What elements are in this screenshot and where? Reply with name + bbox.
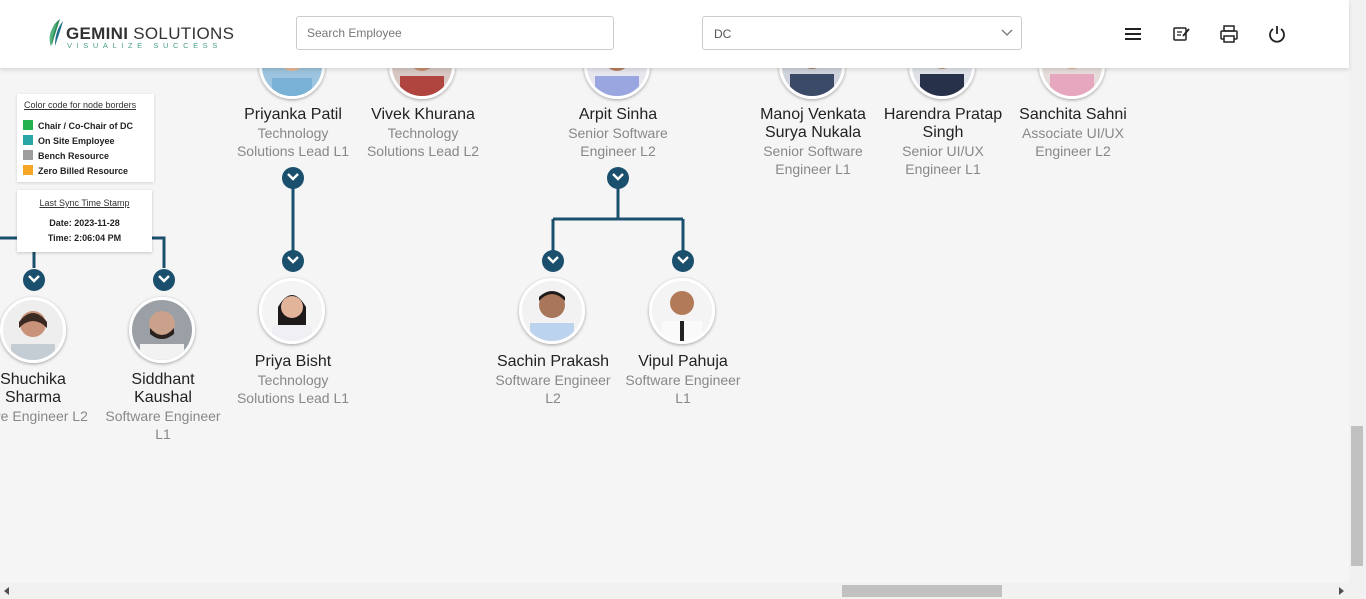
node-sanchita-sahni[interactable]: Sanchita Sahni Associate UI/UX Engineer … — [1008, 106, 1138, 160]
sync-title: Last Sync Time Stamp — [39, 198, 130, 208]
search-employee-input[interactable] — [296, 16, 614, 50]
node-title: Senior Software Engineer L1 — [763, 143, 863, 177]
top-header: GEMINI SOLUTIONS VISUALIZE SUCCESS DC — [0, 0, 1349, 68]
chevron-down-icon — [1001, 29, 1013, 36]
legend-item: Chair / Co-Chair of DC — [23, 120, 133, 131]
scroll-left-arrow-icon[interactable] — [4, 587, 10, 595]
node-name: Priyanka Patil — [244, 106, 342, 123]
chevron-down-icon — [287, 173, 299, 181]
node-name: Vipul Pahuja — [638, 353, 728, 370]
node-name: Priya Bisht — [254, 353, 332, 370]
chevron-down-icon — [612, 173, 624, 181]
node-title: Senior UI/UX Engineer L1 — [902, 143, 984, 177]
node-manoj-venkata-surya-nukala[interactable]: Manoj Venkata Surya Nukala Senior Softwa… — [748, 106, 878, 178]
node-title: ware Engineer L2 — [0, 408, 88, 424]
sync-date: Date: 2023-11-28 — [49, 218, 120, 228]
scrollbar-corner — [1349, 583, 1366, 599]
node-vipul-pahuja[interactable]: Vipul Pahuja Software Engineer L1 — [618, 353, 748, 407]
vertical-scrollbar-thumb[interactable] — [1351, 426, 1363, 566]
legend-swatch — [23, 135, 33, 145]
node-shuchika-sharma[interactable]: Shuchika Sharma ware Engineer L2 — [0, 371, 98, 425]
color-legend: Color code for node borders Chair / Co-C… — [17, 94, 154, 182]
node-name: Sanchita Sahni — [1019, 106, 1127, 123]
avatar-sachin-prakash[interactable] — [519, 278, 585, 344]
legend-item: Bench Resource — [23, 150, 109, 161]
scroll-right-arrow-icon[interactable] — [1338, 587, 1344, 595]
expand-toggle-shuchika[interactable] — [23, 269, 45, 291]
expand-toggle-siddhant[interactable] — [153, 269, 175, 291]
node-name: Arpit Sinha — [578, 106, 658, 123]
node-title: Technology Solutions Lead L1 — [236, 372, 350, 406]
node-title: Software Engineer L2 — [495, 372, 611, 406]
node-title: Associate UI/UX Engineer L2 — [1022, 125, 1124, 159]
power-icon[interactable] — [1267, 24, 1287, 44]
expand-toggle-vipul[interactable] — [672, 250, 694, 272]
logo-tagline: VISUALIZE SUCCESS — [67, 41, 222, 50]
department-select-value: DC — [714, 27, 732, 41]
node-title: Senior Software Engineer L2 — [568, 125, 668, 159]
chevron-down-icon — [547, 256, 559, 264]
node-title: Software Engineer L1 — [625, 372, 741, 406]
menu-icon[interactable] — [1123, 24, 1143, 44]
chevron-down-icon — [677, 256, 689, 264]
node-title: Software Engineer L1 — [105, 408, 221, 442]
node-name: Sachin Prakash — [496, 353, 610, 370]
node-title: Technology Solutions Lead L2 — [366, 125, 480, 159]
node-priya-bisht[interactable]: Priya Bisht Technology Solutions Lead L1 — [228, 353, 358, 407]
leaf-logo-icon — [49, 19, 63, 47]
notes-icon[interactable] — [1171, 24, 1191, 44]
node-name: Vivek Khurana — [371, 106, 475, 123]
last-sync-timestamp: Last Sync Time Stamp Date: 2023-11-28 Ti… — [17, 190, 152, 252]
chevron-down-icon — [28, 275, 40, 283]
org-chart-canvas[interactable]: Priyanka Patil Technology Solutions Lead… — [0, 68, 1349, 582]
node-title: Technology Solutions Lead L1 — [236, 125, 350, 159]
expand-toggle-priyanka[interactable] — [282, 167, 304, 189]
node-arpit-sinha[interactable]: Arpit Sinha Senior Software Engineer L2 — [553, 106, 683, 160]
node-harendra-pratap-singh[interactable]: Harendra Pratap Singh Senior UI/UX Engin… — [878, 106, 1008, 178]
horizontal-scrollbar-thumb[interactable] — [842, 585, 1002, 597]
avatar-siddhant-kaushal[interactable] — [129, 297, 195, 363]
node-name: Harendra Pratap Singh — [883, 106, 1003, 141]
legend-swatch — [23, 150, 33, 160]
node-sachin-prakash[interactable]: Sachin Prakash Software Engineer L2 — [488, 353, 618, 407]
chevron-down-icon — [287, 256, 299, 264]
legend-item: On Site Employee — [23, 135, 115, 146]
avatar-shuchika-sharma[interactable] — [0, 297, 66, 363]
node-siddhant-kaushal[interactable]: Siddhant Kaushal Software Engineer L1 — [98, 371, 228, 443]
expand-toggle-sachin[interactable] — [542, 250, 564, 272]
legend-swatch — [23, 165, 33, 175]
vertical-scrollbar[interactable] — [1349, 0, 1366, 583]
node-name: Shuchika Sharma — [0, 371, 66, 406]
node-priyanka-patil[interactable]: Priyanka Patil Technology Solutions Lead… — [228, 106, 358, 160]
node-vivek-khurana[interactable]: Vivek Khurana Technology Solutions Lead … — [358, 106, 488, 160]
node-name: Siddhant Kaushal — [131, 371, 195, 406]
legend-title: Color code for node borders — [24, 100, 137, 110]
chevron-down-icon — [158, 275, 170, 283]
department-select[interactable]: DC — [702, 16, 1022, 50]
avatar-priya-bisht[interactable] — [259, 278, 325, 344]
legend-swatch — [23, 120, 33, 130]
legend-item: Zero Billed Resource — [23, 165, 128, 176]
avatar-vipul-pahuja[interactable] — [649, 278, 715, 344]
gemini-logo[interactable]: GEMINI SOLUTIONS VISUALIZE SUCCESS — [46, 17, 234, 51]
expand-toggle-arpit[interactable] — [607, 167, 629, 189]
expand-toggle-priya[interactable] — [282, 250, 304, 272]
horizontal-scrollbar[interactable] — [0, 583, 1349, 599]
node-name: Manoj Venkata Surya Nukala — [760, 106, 866, 141]
sync-time: Time: 2:06:04 PM — [47, 233, 122, 243]
print-icon[interactable] — [1219, 24, 1239, 44]
